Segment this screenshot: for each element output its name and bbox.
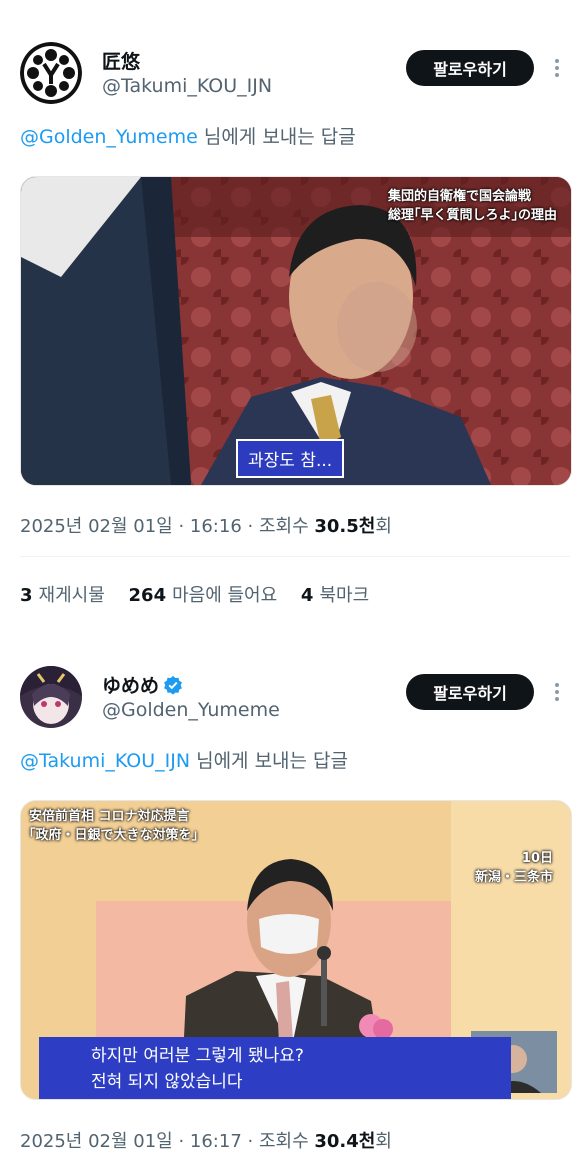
- post-date: 2025년 02월 01일 · 16:17 · 조회수: [20, 1131, 315, 1152]
- reply-context-text: 님에게 보내는 답글: [197, 126, 356, 148]
- user-handle[interactable]: @Takumi_KOU_IJN: [102, 75, 272, 97]
- display-name[interactable]: ゆめめ: [102, 671, 183, 698]
- post-image[interactable]: 安倍前首相 コロナ対応提言 ｢政府・日銀で大きな対策を｣ 10日 新潟・三条市 …: [20, 800, 572, 1100]
- image-caption-line: 安倍前首相 コロナ対応提言: [29, 809, 190, 824]
- repost-stat[interactable]: 3 재게시물: [20, 585, 105, 606]
- display-name-text: ゆめめ: [102, 675, 160, 697]
- image-caption-line: 総理｢早く質問しろよ｣の理由: [387, 208, 557, 223]
- like-stat[interactable]: 264 마음에 들어요: [129, 585, 278, 606]
- reply-context: @Takumi_KOU_IJN 님에게 보내는 답글: [20, 746, 348, 773]
- more-options-icon[interactable]: [550, 56, 564, 80]
- image-caption-line: 新潟・三条市: [474, 870, 553, 885]
- view-count-suffix: 회: [375, 1131, 392, 1152]
- post-image[interactable]: 集団的自衛権で国会論戦 総理｢早く質問しろよ｣の理由 과장도 참...: [20, 176, 572, 486]
- verified-badge-icon: [163, 675, 183, 695]
- post-date: 2025년 02월 01일 · 16:16 · 조회수: [20, 516, 315, 537]
- image-caption-line: 集団的自衛権で国会論戦: [387, 189, 531, 204]
- divider: [20, 556, 570, 557]
- image-caption-top: 安倍前首相 コロナ対応提言 ｢政府・日銀で大きな対策を｣: [29, 807, 198, 845]
- image-caption-location: 10日 新潟・三条市: [475, 849, 553, 887]
- reply-context: @Golden_Yumeme 님에게 보내는 답글: [20, 122, 356, 149]
- more-options-icon[interactable]: [550, 680, 564, 704]
- view-count-suffix: 회: [375, 516, 392, 537]
- view-count: 30.4천: [314, 1131, 376, 1152]
- image-subtitle-line: 전혀 되지 않았습니다: [91, 1072, 243, 1092]
- avatar[interactable]: [20, 42, 82, 104]
- image-subtitle: 하지만 여러분 그렇게 됐나요? 전혀 되지 않았습니다: [39, 1037, 511, 1099]
- avatar[interactable]: [20, 666, 82, 728]
- mention-link[interactable]: @Takumi_KOU_IJN: [20, 750, 190, 772]
- follow-button[interactable]: 팔로우하기: [406, 50, 534, 86]
- mention-link[interactable]: @Golden_Yumeme: [20, 126, 198, 148]
- bookmark-stat[interactable]: 4 북마크: [301, 585, 369, 606]
- user-handle[interactable]: @Golden_Yumeme: [102, 699, 280, 721]
- view-count: 30.5천: [314, 516, 376, 537]
- image-caption-line: 10日: [521, 851, 553, 866]
- reply-context-text: 님에게 보내는 답글: [190, 750, 349, 772]
- image-subtitle-line: 하지만 여러분 그렇게 됐나요?: [91, 1046, 304, 1066]
- display-name[interactable]: 匠悠: [102, 47, 140, 74]
- image-subtitle: 과장도 참...: [236, 439, 345, 478]
- image-caption-line: ｢政府・日銀で大きな対策を｣: [29, 828, 199, 843]
- post-stats: 3 재게시물 264 마음에 들어요 4 북마크: [20, 581, 387, 607]
- image-caption: 集団的自衛権で国会論戦 総理｢早く質問しろよ｣の理由: [388, 187, 557, 225]
- post-timestamp[interactable]: 2025년 02월 01일 · 16:17 · 조회수 30.4천회: [20, 1127, 392, 1153]
- follow-button[interactable]: 팔로우하기: [406, 674, 534, 710]
- post-timestamp[interactable]: 2025년 02월 01일 · 16:16 · 조회수 30.5천회: [20, 512, 392, 538]
